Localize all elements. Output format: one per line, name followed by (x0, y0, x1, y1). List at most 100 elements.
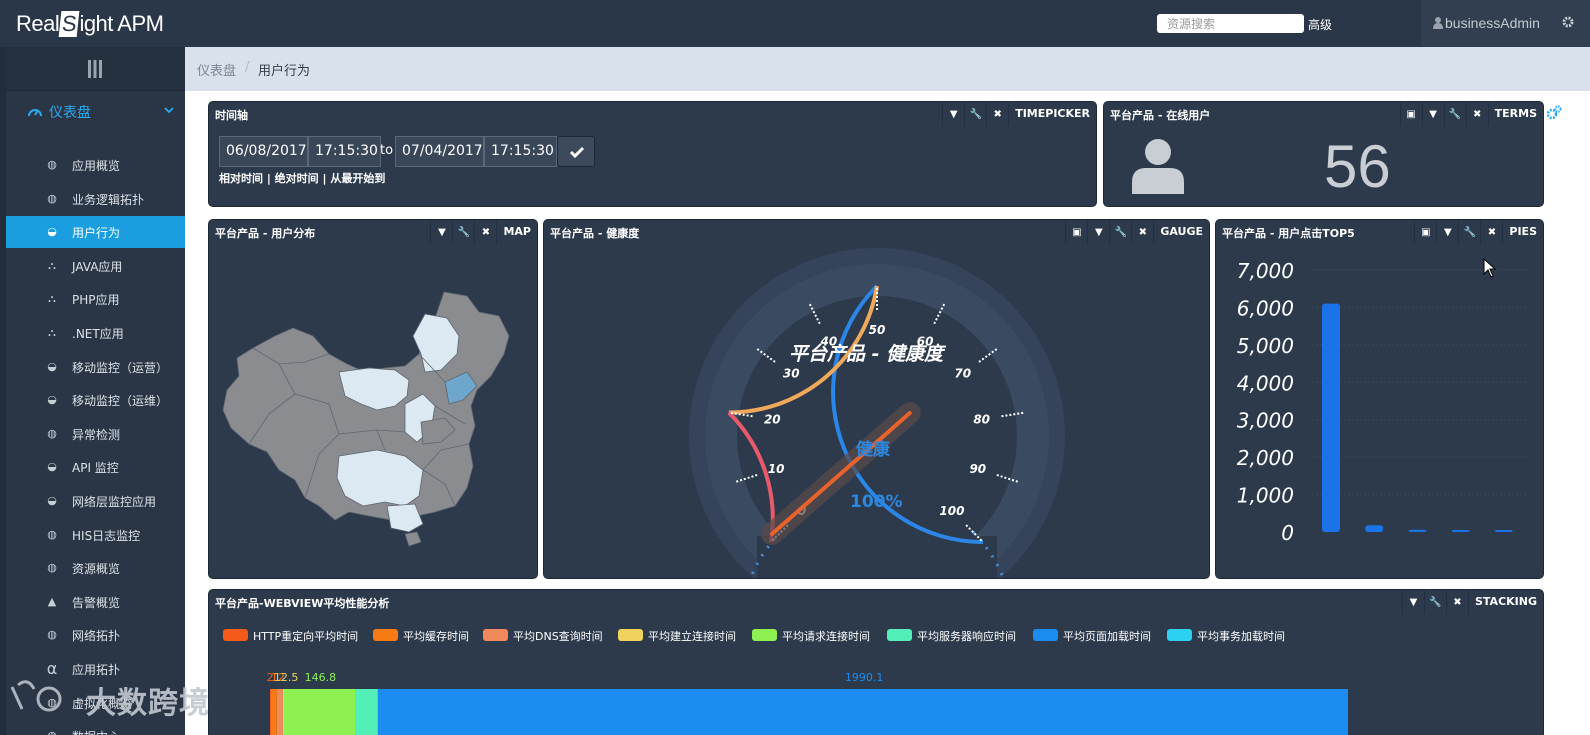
panel-title: 平台产品 - 在线用户 (1110, 109, 1211, 122)
caret-down-icon[interactable]: ▼ (1401, 590, 1424, 614)
close-icon[interactable]: ✖ (986, 102, 1008, 126)
close-icon[interactable]: ✖ (1131, 220, 1153, 244)
tachometer-icon (28, 109, 42, 117)
user-icon (1433, 17, 1443, 29)
panel-type: GAUGE (1153, 220, 1209, 244)
globe-icon: ◍ (47, 628, 57, 642)
sitemap-icon: ⛬ (48, 292, 56, 306)
panel-type: STACKING (1467, 590, 1543, 614)
dashboard-icon: ◒ (47, 494, 57, 507)
sitemap-icon: ⛬ (48, 258, 56, 272)
wrench-icon[interactable]: 🔧 (1443, 102, 1466, 126)
sidebar-item[interactable]: ◒ 网络层监控应用 (6, 485, 185, 517)
legend-swatch (483, 629, 508, 641)
from-time-input[interactable]: 17:15:30 (308, 136, 381, 167)
save-icon[interactable]: ▣ (1065, 220, 1087, 244)
sidebar-item[interactable]: ◍ HIS日志监控 (6, 519, 185, 551)
cogs-icon[interactable] (1546, 105, 1562, 121)
resource-search-input[interactable] (1157, 14, 1304, 33)
mouse-cursor-icon (1483, 258, 1497, 278)
menu-toggle-icon (88, 60, 102, 78)
wrench-icon[interactable]: 🔧 (452, 220, 474, 244)
sidebar-item-label: 仪表盘 (49, 105, 91, 121)
sidebar-item[interactable]: ◒ 移动监控（运营） (6, 351, 185, 383)
time-mode-links[interactable]: 相对时间 | 绝对时间 | 从最开始到 (219, 170, 385, 186)
app-logo[interactable]: RealSight APM (16, 11, 164, 37)
advanced-search-link[interactable]: 高级 (1308, 16, 1332, 33)
sidebar-item[interactable]: ◍ 资源概览 (6, 552, 185, 584)
y-tick-label: 2,000 (1237, 446, 1294, 470)
legend-swatch (618, 629, 643, 641)
to-date-input[interactable]: 07/04/2017 (395, 136, 484, 167)
legend-label: 平均建立连接时间 (648, 630, 736, 643)
warning-icon: ▲ (47, 594, 57, 608)
caret-down-icon[interactable]: ▼ (1436, 220, 1458, 244)
bar (1408, 529, 1427, 532)
sidebar-item-label: 业务逻辑拓扑 (72, 192, 145, 207)
map-panel: 平台产品 - 用户分布 ▼ 🔧 ✖ MAP (208, 219, 538, 579)
legend-swatch (223, 629, 248, 641)
y-tick-label: 3,000 (1237, 409, 1294, 433)
sidebar-item[interactable]: ◍ 业务逻辑拓扑 (6, 183, 185, 215)
panel-type: PIES (1502, 220, 1543, 244)
sidebar-item[interactable]: ⛬ JAVA应用 (6, 250, 185, 282)
legend-swatch (752, 629, 777, 641)
sidebar-item[interactable]: ◒ 用户行为 (6, 216, 185, 249)
panel-header: 平台产品-WEBVIEW平均性能分析 ▼ 🔧 ✖ STACKING (209, 590, 1543, 614)
save-icon[interactable]: ▣ (1399, 102, 1422, 126)
wrench-icon[interactable]: 🔧 (964, 102, 986, 126)
stack-segment (270, 689, 277, 735)
close-icon[interactable]: ✖ (1465, 102, 1488, 126)
sidebar-item[interactable]: ⛬ PHP应用 (6, 283, 185, 315)
gauge-status: 健康 (856, 440, 890, 460)
sidebar-item[interactable]: ◒ API 监控 (6, 451, 185, 483)
caret-down-icon[interactable]: ▼ (1421, 102, 1444, 126)
sidebar-item[interactable]: ◍ 异常检测 (6, 418, 185, 450)
sidebar-item-dashboard[interactable]: 仪表盘 (6, 91, 185, 131)
sidebar-toggle[interactable] (6, 47, 185, 91)
breadcrumb-current: 用户行为 (258, 64, 311, 79)
legend-label: 平均事务加载时间 (1197, 630, 1285, 643)
sidebar-item[interactable]: ▲ 告警概览 (6, 586, 185, 618)
close-icon[interactable]: ✖ (1480, 220, 1502, 244)
online-user-count: 56 (1324, 133, 1391, 200)
wrench-icon[interactable]: 🔧 (1109, 220, 1131, 244)
sidebar-item-label: 用户行为 (72, 226, 121, 241)
sidebar-item[interactable]: ◍ 应用概览 (6, 149, 185, 181)
globe-icon: ◍ (46, 730, 58, 735)
breadcrumb-root[interactable]: 仪表盘 (197, 60, 236, 79)
panel-type: TIMEPICKER (1008, 102, 1096, 126)
from-date-input[interactable]: 06/08/2017 (219, 136, 308, 167)
sidebar-item-label: 告警概览 (72, 595, 121, 610)
gauge-tick-label: 20 (764, 412, 781, 426)
close-icon[interactable]: ✖ (474, 220, 496, 244)
sidebar-item-label: 移动监控（运营） (72, 360, 169, 375)
sidebar-item-label: .NET应用 (72, 327, 124, 341)
gear-icon[interactable] (1562, 16, 1574, 28)
sidebar-item[interactable]: ◍ 网络拓扑 (6, 619, 185, 651)
stack-segment (355, 689, 378, 735)
sidebar-item-label: HIS日志监控 (72, 528, 141, 543)
sidebar-item[interactable]: ⛬ .NET应用 (6, 317, 185, 349)
caret-down-icon[interactable]: ▼ (430, 220, 452, 244)
sidebar-item-label: PHP应用 (72, 293, 120, 308)
close-icon[interactable]: ✖ (1445, 590, 1468, 614)
china-map[interactable] (209, 244, 538, 579)
caret-down-icon[interactable]: ▼ (942, 102, 964, 126)
legend-label: HTTP重定向平均时间 (253, 630, 359, 643)
caret-down-icon[interactable]: ▼ (1087, 220, 1109, 244)
wrench-icon[interactable]: 🔧 (1458, 220, 1480, 244)
panel-header: 时间轴 ▼ 🔧 ✖ TIMEPICKER (209, 102, 1096, 126)
gauge-panel: 平台产品 - 健康度 ▣ ▼ 🔧 ✖ GAUGE 010203040506070… (543, 219, 1210, 579)
wrench-icon[interactable]: 🔧 (1423, 590, 1446, 614)
save-icon[interactable]: ▣ (1414, 220, 1436, 244)
legend-label: 平均请求连接时间 (782, 630, 870, 643)
dashboard-icon: ◒ (47, 460, 57, 474)
panel-header: 平台产品 - 在线用户 ▣ ▼ 🔧 ✖ TERMS (1104, 102, 1543, 126)
apply-button[interactable] (557, 136, 595, 167)
user-menu[interactable]: businessAdmin (1421, 0, 1590, 47)
sidebar-item[interactable]: ◒ 移动监控（运维） (6, 384, 185, 416)
to-time-input[interactable]: 17:15:30 (484, 136, 557, 167)
y-tick-label: 0 (1281, 521, 1294, 545)
panel-title: 平台产品 - 用户点击TOP5 (1222, 227, 1355, 240)
